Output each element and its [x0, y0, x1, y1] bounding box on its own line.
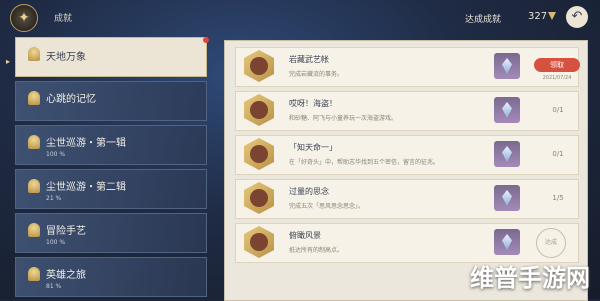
achievement-title: 俯瞰风景	[289, 231, 321, 240]
achievement-title: 「知天命一」	[289, 143, 337, 152]
badge-portrait-icon	[250, 101, 268, 119]
achievement-desc: 完成五次「思风思念思念」。	[289, 203, 365, 210]
achievement-row: 「知天命一」 在「好奇头」中，帮助志华找到五个密信，留言的征兆。 0/1	[235, 135, 579, 175]
category-name: 英雄之旅	[46, 270, 86, 281]
category-icon	[28, 179, 40, 193]
achievement-row: 过量的思念 完成五次「思风思念思念」。 1/5	[235, 179, 579, 219]
achievement-title: 哎呀！海盗！	[289, 99, 337, 108]
category-item-0[interactable]: 天地万象	[15, 37, 207, 77]
category-progress: 81 %	[46, 283, 62, 290]
achievement-count-value: 327	[528, 11, 548, 22]
category-name: 冒险手艺	[46, 226, 86, 237]
category-sidebar: 天地万象 心跳的记忆 尘世巡游・第一辑 100 % 尘世巡游・第二辑 21 % …	[15, 37, 211, 299]
claim-button[interactable]: 领取	[534, 58, 580, 72]
reward-gem-icon	[494, 53, 520, 79]
reward-gem-icon	[494, 185, 520, 211]
category-item-4[interactable]: 冒险手艺 100 %	[15, 213, 207, 253]
category-progress: 100 %	[46, 151, 66, 158]
category-name: 尘世巡游・第二辑	[46, 182, 126, 193]
achievement-row: 岩藏武艺帐 完成岩藏流的事务。 领取 2021/07/24	[235, 47, 580, 87]
achievement-progress: 0/1	[552, 150, 564, 158]
category-icon	[28, 47, 40, 61]
watermark-text: 维普手游网	[470, 264, 590, 292]
achievement-date: 2021/07/24	[542, 75, 572, 81]
achievement-title: 过量的思念	[289, 187, 329, 196]
reward-gem-icon	[494, 97, 520, 123]
selected-indicator-icon: ▸	[6, 57, 11, 66]
achievement-progress: 0/1	[552, 106, 564, 114]
category-name: 天地万象	[46, 52, 86, 63]
achievement-title: 岩藏武艺帐	[289, 55, 329, 64]
category-icon	[28, 135, 40, 149]
badge-portrait-icon	[250, 233, 268, 251]
header-bar: ✦ 成就 达成成就 327 ↶	[0, 0, 600, 34]
category-name: 心跳的记忆	[46, 94, 96, 105]
category-progress: 21 %	[46, 195, 62, 202]
completed-stamp: 达成	[536, 228, 566, 258]
category-item-5[interactable]: 英雄之旅 81 %	[15, 257, 207, 297]
category-name: 尘世巡游・第一辑	[46, 138, 126, 149]
back-arrow-icon[interactable]: ↶	[566, 6, 588, 28]
achievement-emblem-icon: ✦	[10, 4, 38, 32]
page-title: 成就	[54, 14, 73, 24]
badge-portrait-icon	[250, 57, 268, 75]
reward-gem-icon	[494, 229, 520, 255]
badge-portrait-icon	[250, 145, 268, 163]
category-icon	[28, 267, 40, 281]
category-item-1[interactable]: 心跳的记忆	[15, 81, 207, 121]
achievement-desc: 和砂糖、阿飞与小童养玩一次海盗游戏。	[289, 115, 398, 122]
notification-dot	[203, 37, 209, 43]
category-item-3[interactable]: 尘世巡游・第二辑 21 %	[15, 169, 207, 209]
category-progress: 100 %	[46, 239, 66, 246]
achievement-row: 俯瞰风景 抵达所有的制高点。 达成	[235, 223, 579, 263]
reward-gem-icon	[494, 141, 520, 167]
achievement-desc: 抵达所有的制高点。	[289, 247, 344, 254]
category-icon	[28, 91, 40, 105]
achievement-row: 哎呀！海盗！ 和砂糖、阿飞与小童养玩一次海盗游戏。 0/1	[235, 91, 579, 131]
category-icon	[28, 223, 40, 237]
badge-portrait-icon	[250, 189, 268, 207]
achievement-progress: 1/5	[552, 194, 564, 202]
achievement-desc: 完成岩藏流的事务。	[289, 71, 344, 78]
achievement-count-icon	[548, 12, 556, 20]
category-item-2[interactable]: 尘世巡游・第一辑 100 %	[15, 125, 207, 165]
achievement-desc: 在「好奇头」中，帮助志华找到五个密信，留言的征兆。	[289, 159, 440, 166]
achievement-count-label: 达成成就	[465, 15, 502, 25]
